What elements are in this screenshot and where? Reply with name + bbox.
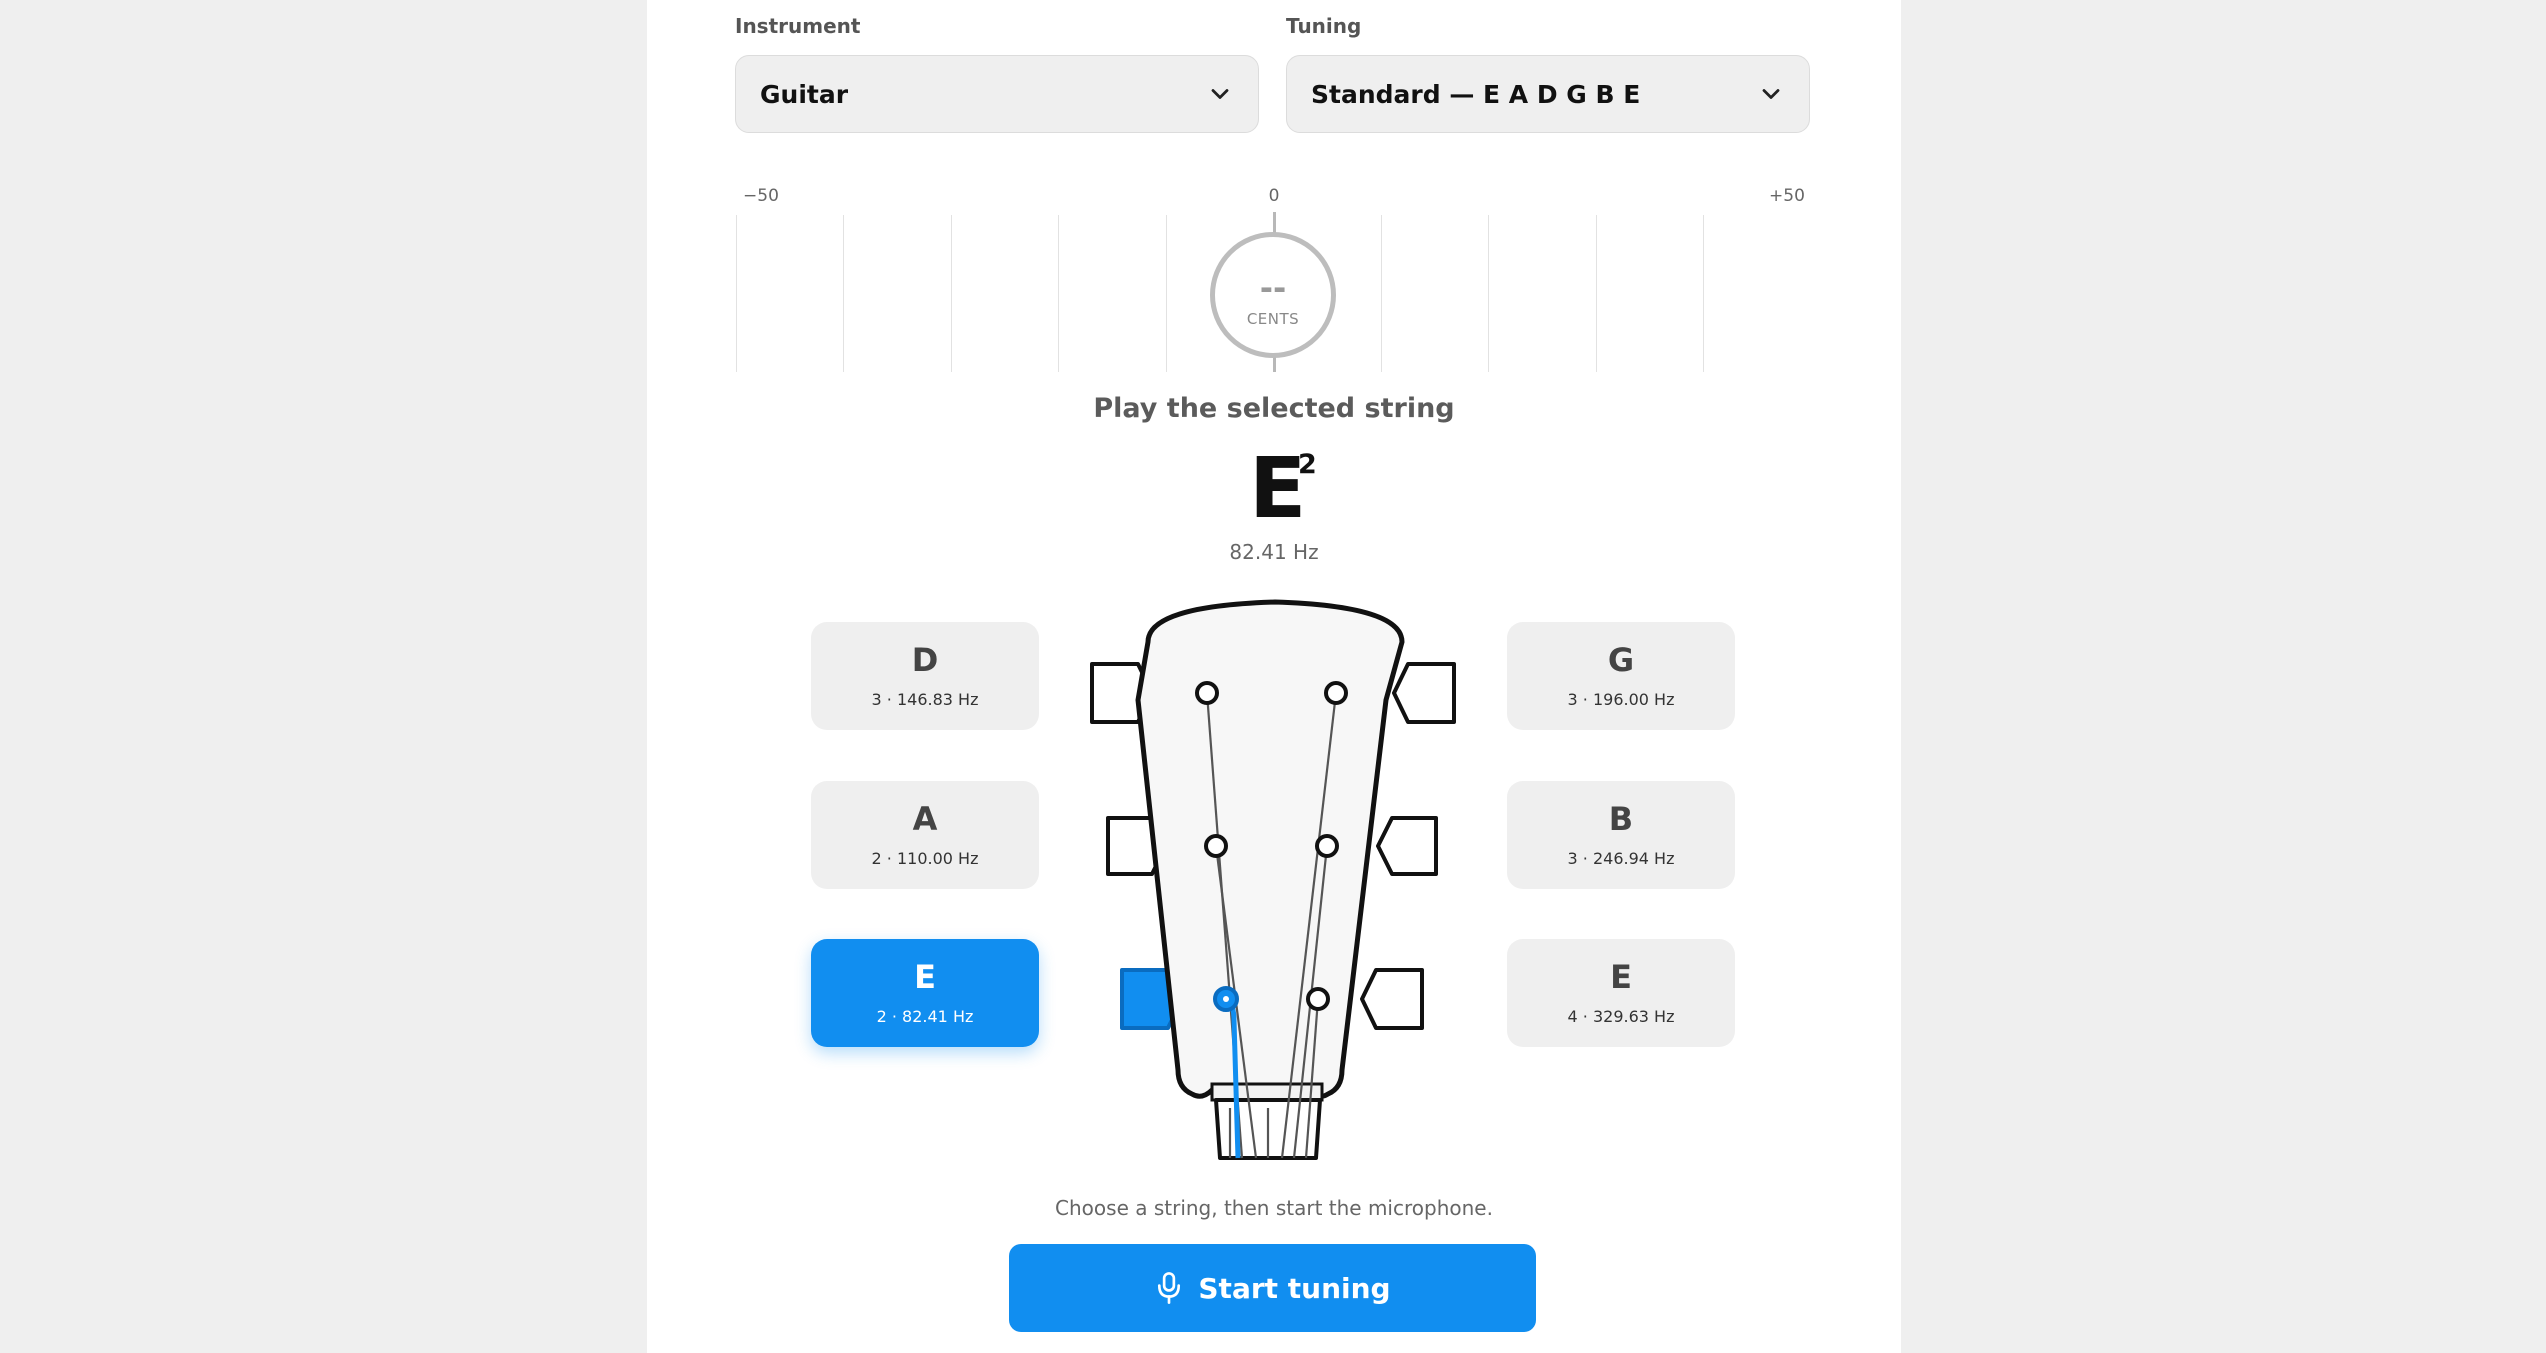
string-note: D bbox=[911, 640, 939, 679]
string-detail: 4 · 329.63 Hz bbox=[1567, 1006, 1675, 1026]
tuning-key-g[interactable] bbox=[1392, 662, 1456, 724]
string-note: A bbox=[912, 799, 938, 838]
meter-gridline bbox=[1381, 215, 1382, 372]
string-detail: 3 · 146.83 Hz bbox=[871, 689, 979, 709]
string-note: E bbox=[1610, 957, 1632, 996]
string-detail: 3 · 246.94 Hz bbox=[1567, 848, 1675, 868]
string-button-e2[interactable]: E 2 · 82.41 Hz bbox=[811, 939, 1039, 1047]
current-frequency: 82.41 Hz bbox=[1229, 540, 1319, 564]
chevron-down-icon bbox=[1762, 89, 1780, 99]
start-tuning-label: Start tuning bbox=[1198, 1271, 1391, 1305]
cents-value: -- bbox=[1259, 269, 1287, 307]
chevron-down-icon bbox=[1211, 89, 1229, 99]
play-prompt: Play the selected string bbox=[1093, 393, 1455, 424]
instrument-select[interactable]: Guitar bbox=[735, 55, 1259, 133]
string-button-g3[interactable]: G 3 · 196.00 Hz bbox=[1507, 622, 1735, 730]
meter-gridline bbox=[1166, 215, 1167, 372]
string-note: G bbox=[1607, 640, 1635, 679]
string-note: B bbox=[1608, 799, 1634, 838]
tuning-label: Tuning bbox=[1286, 14, 1362, 38]
meter-gridline bbox=[951, 215, 952, 372]
instrument-value: Guitar bbox=[760, 79, 849, 109]
microphone-icon bbox=[1158, 1272, 1181, 1304]
meter-gridline bbox=[1703, 215, 1704, 372]
string-button-e4[interactable]: E 4 · 329.63 Hz bbox=[1507, 939, 1735, 1047]
guitar-headstock bbox=[1090, 599, 1456, 1160]
cents-dial: -- CENTS bbox=[1210, 232, 1336, 358]
string-detail: 2 · 110.00 Hz bbox=[871, 848, 979, 868]
tuning-value: Standard — E A D G B E bbox=[1311, 79, 1641, 109]
string-note: E bbox=[914, 957, 936, 996]
meter-center-label: 0 bbox=[1268, 186, 1280, 206]
meter-gridline bbox=[1596, 215, 1597, 372]
meter-gridline bbox=[1058, 215, 1059, 372]
meter-max-label: +50 bbox=[1769, 186, 1805, 206]
cents-unit: CENTS bbox=[1246, 310, 1300, 328]
meter-gridline bbox=[843, 215, 844, 372]
tuning-key-e-high[interactable] bbox=[1360, 968, 1424, 1030]
tuning-select[interactable]: Standard — E A D G B E bbox=[1286, 55, 1810, 133]
meter-gridline bbox=[1488, 215, 1489, 372]
tuning-key-b[interactable] bbox=[1376, 816, 1438, 876]
string-detail: 2 · 82.41 Hz bbox=[876, 1006, 974, 1026]
string-detail: 3 · 196.00 Hz bbox=[1567, 689, 1675, 709]
string-button-d3[interactable]: D 3 · 146.83 Hz bbox=[811, 622, 1039, 730]
string-button-a2[interactable]: A 2 · 110.00 Hz bbox=[811, 781, 1039, 889]
meter-min-label: −50 bbox=[743, 186, 779, 206]
instrument-label: Instrument bbox=[735, 14, 861, 38]
string-button-b3[interactable]: B 3 · 246.94 Hz bbox=[1507, 781, 1735, 889]
start-tuning-button[interactable]: Start tuning bbox=[1009, 1244, 1536, 1332]
meter-gridline bbox=[736, 215, 737, 372]
hint-text: Choose a string, then start the micropho… bbox=[1055, 1196, 1493, 1220]
current-octave: 2 bbox=[1298, 449, 1317, 480]
